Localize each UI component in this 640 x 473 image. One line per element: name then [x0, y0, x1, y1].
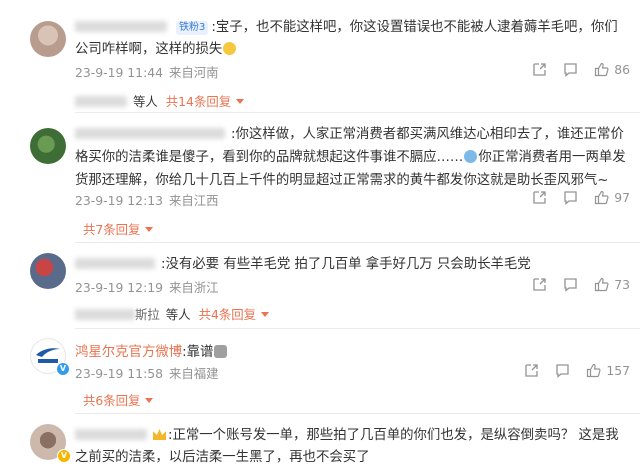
- comment-text: :没有必要 有些羊毛党 拍了几百单 拿手好几万 只会助长羊毛党: [161, 257, 531, 272]
- verified-badge-icon: V: [56, 362, 70, 376]
- emoji-icon: [464, 150, 478, 163]
- timestamp: 23-9-19 12:13: [75, 193, 164, 208]
- avatar[interactable]: [30, 21, 66, 57]
- reply-count: 共6条回复: [83, 393, 141, 408]
- divider: [75, 112, 640, 113]
- like-count: 73: [614, 277, 630, 292]
- like-count: 97: [614, 190, 630, 205]
- comment-meta: 23-9-19 12:19 来自浙江: [75, 278, 219, 296]
- username[interactable]: [75, 21, 167, 32]
- comment-text: :靠谱: [182, 345, 214, 360]
- reply-people: 等人: [133, 94, 158, 109]
- like-button[interactable]: 97: [594, 190, 630, 205]
- comment-meta: 23-9-19 11:44 来自河南: [75, 63, 219, 81]
- username[interactable]: [75, 429, 147, 440]
- reply-count: 共4条回复: [198, 307, 257, 322]
- crown-icon: [153, 429, 166, 440]
- comment-body: :没有必要 有些羊毛党 拍了几百单 拿手好几万 只会助长羊毛党: [75, 254, 627, 276]
- comment-icon: [563, 277, 578, 292]
- share-button[interactable]: [532, 277, 547, 292]
- comment-button[interactable]: [555, 363, 570, 378]
- username[interactable]: [75, 128, 225, 139]
- share-icon: [524, 363, 539, 378]
- comment-button[interactable]: [563, 190, 578, 205]
- location: 来自江西: [169, 193, 219, 208]
- emoji-icon: [223, 42, 237, 55]
- comment-actions: 73: [516, 277, 630, 292]
- reply-summary: 斯拉 等人 共4条回复: [75, 305, 270, 323]
- reply-username[interactable]: [75, 308, 135, 320]
- expand-replies-button[interactable]: 共7条回复: [83, 220, 154, 238]
- username[interactable]: 鸿星尔克官方微博: [75, 345, 182, 360]
- comment-body: 铁粉3:宝子，也不能这样吧，你这设置错误也不能被人逮着薅羊毛吧，你们公司咋样啊，…: [75, 17, 627, 61]
- share-button[interactable]: [532, 190, 547, 205]
- comment-body: 鸿星尔克官方微博:靠谱: [75, 342, 627, 364]
- timestamp: 23-9-19 12:19: [75, 280, 164, 295]
- reply-count: 共7条回复: [83, 222, 141, 237]
- reply-username[interactable]: [75, 95, 127, 107]
- share-button[interactable]: [524, 363, 539, 378]
- fan-badge: 铁粉3: [176, 21, 209, 35]
- share-icon: [532, 62, 547, 77]
- reply-summary: 共6条回复: [75, 391, 154, 409]
- comment-icon: [563, 62, 578, 77]
- divider: [75, 242, 640, 243]
- comment-body: :正常一个账号发一单，那些拍了几百单的你们也发，是纵容倒卖吗？ 这是我之前买的洁…: [75, 425, 627, 469]
- share-icon: [532, 190, 547, 205]
- comment-button[interactable]: [563, 277, 578, 292]
- caret-down-icon: [145, 227, 154, 232]
- share-button[interactable]: [532, 62, 547, 77]
- location: 来自河南: [169, 65, 219, 80]
- reply-people: 等人: [165, 307, 191, 322]
- like-count: 86: [614, 62, 630, 77]
- expand-replies-button[interactable]: 共4条回复: [198, 305, 270, 323]
- location: 来自福建: [169, 366, 219, 381]
- share-icon: [532, 277, 547, 292]
- like-button[interactable]: 73: [594, 277, 630, 292]
- reply-count: 共14条回复: [165, 94, 232, 109]
- like-count: 157: [606, 363, 630, 378]
- reply-username-tail[interactable]: 斯拉: [135, 305, 160, 323]
- expand-replies-button[interactable]: 共14条回复: [165, 92, 245, 110]
- comment-meta: 23-9-19 11:58 来自福建: [75, 364, 219, 382]
- reply-summary: 等人 共14条回复: [75, 92, 245, 110]
- thumbs-up-icon: [594, 190, 609, 205]
- divider: [75, 328, 640, 329]
- caret-down-icon: [145, 398, 154, 403]
- reply-summary: 共7条回复: [75, 220, 154, 238]
- comment-meta: 23-9-19 12:13 来自江西: [75, 191, 219, 209]
- timestamp: 23-9-19 11:58: [75, 366, 164, 381]
- location: 来自浙江: [169, 280, 219, 295]
- thumbs-up-icon: [586, 363, 601, 378]
- caret-down-icon: [261, 312, 270, 317]
- comment-icon: [563, 190, 578, 205]
- expand-replies-button[interactable]: 共6条回复: [83, 391, 154, 409]
- like-button[interactable]: 157: [586, 363, 630, 378]
- comment-body: :你这样做，人家正常消费者都买满风维达心相印去了，谁还正常价格买你的洁柔谁是傻子…: [75, 123, 627, 192]
- timestamp: 23-9-19 11:44: [75, 65, 164, 80]
- comment-button[interactable]: [563, 62, 578, 77]
- comment-actions: 86: [516, 62, 630, 77]
- username[interactable]: [75, 258, 155, 269]
- thumbs-up-emoji-icon: [214, 345, 228, 358]
- vip-badge-icon: V: [57, 449, 71, 463]
- comment-icon: [555, 363, 570, 378]
- avatar[interactable]: [30, 253, 66, 289]
- comment-text: :正常一个账号发一单，那些拍了几百单的你们也发，是纵容倒卖吗？ 这是我之前买的洁…: [75, 428, 619, 465]
- comment-actions: 157: [508, 363, 630, 378]
- divider: [75, 413, 640, 414]
- comment-actions: 97: [516, 190, 630, 205]
- caret-down-icon: [236, 99, 245, 104]
- thumbs-up-icon: [594, 277, 609, 292]
- thumbs-up-icon: [594, 62, 609, 77]
- avatar[interactable]: [30, 128, 66, 164]
- like-button[interactable]: 86: [594, 62, 630, 77]
